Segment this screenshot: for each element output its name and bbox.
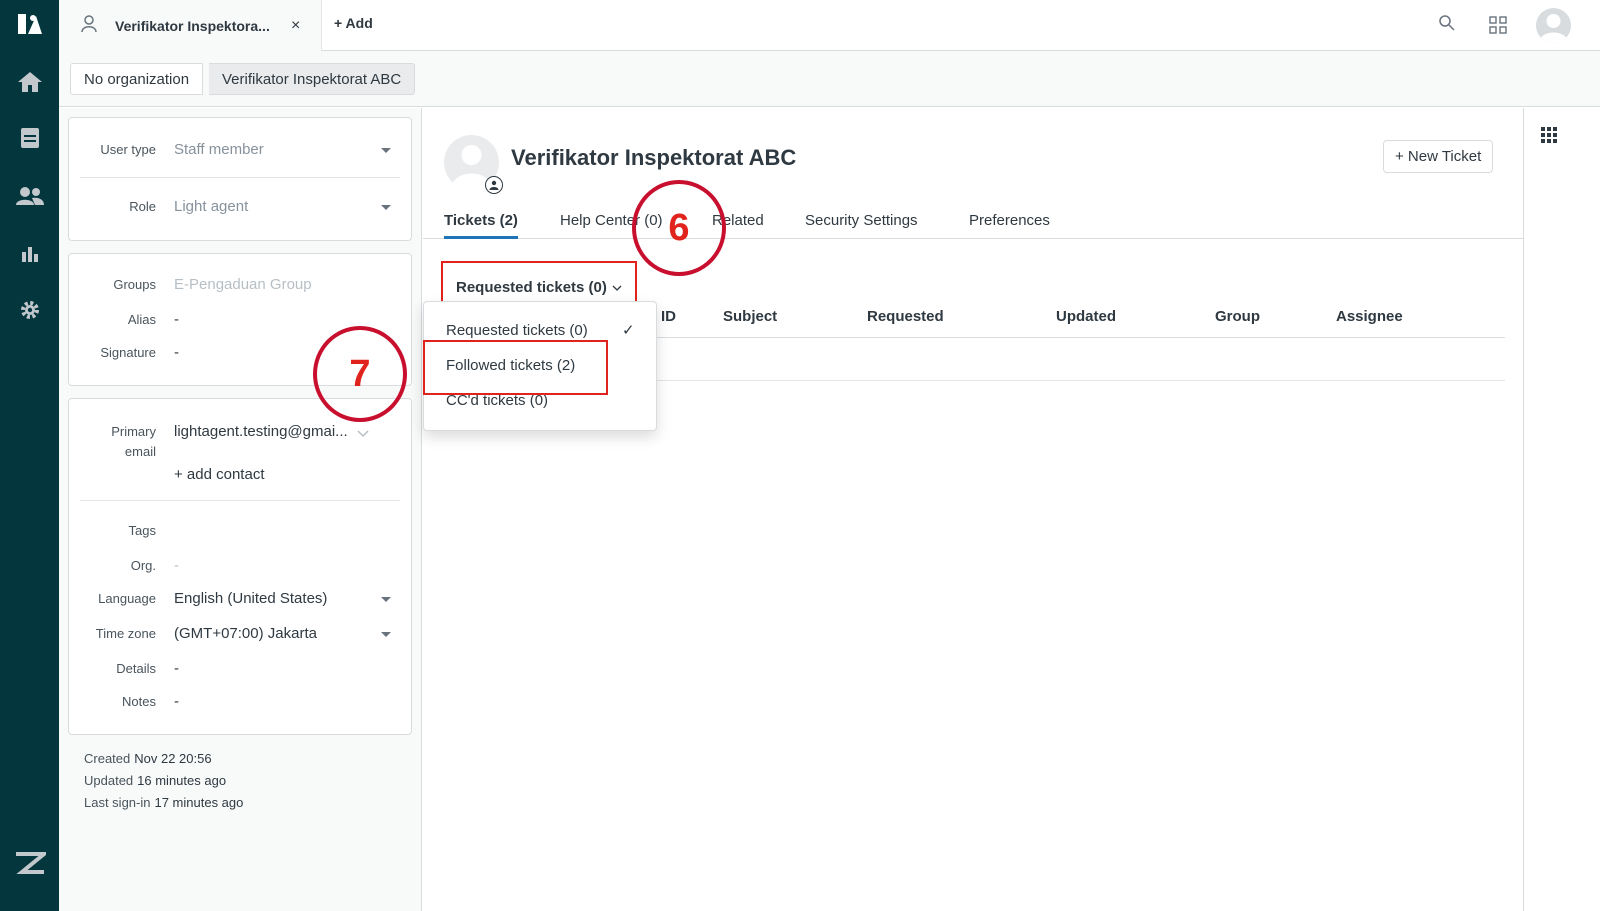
chevron-down-icon	[381, 632, 391, 637]
breadcrumb-organization[interactable]: No organization	[70, 63, 204, 95]
last-signin-row: Last sign-in 17 minutes ago	[84, 795, 244, 810]
ticket-filter-label: Requested tickets (0)	[456, 278, 607, 296]
alias-label: Alias	[127, 312, 156, 327]
org-value[interactable]: -	[174, 556, 179, 576]
close-tab-icon[interactable]: ×	[291, 17, 300, 35]
tab-tickets[interactable]: Tickets (2)	[444, 212, 518, 239]
user-properties-panel: User type Staff member Role Light agent …	[59, 108, 422, 911]
primary-email-value[interactable]: lightagent.testing@gmai...	[174, 422, 359, 442]
chevron-down-icon[interactable]	[357, 426, 369, 441]
signature-label: Signature	[100, 345, 156, 360]
apps-sidebar	[1523, 108, 1600, 911]
language-label: Language	[98, 591, 156, 606]
alias-value[interactable]: -	[174, 310, 179, 330]
column-subject[interactable]: Subject	[723, 308, 777, 325]
role-value[interactable]: Light agent	[174, 197, 248, 217]
chevron-down-icon	[381, 148, 391, 153]
contact-card: Primary email lightagent.testing@gmai... …	[68, 398, 412, 735]
groups-value[interactable]: E-Pengaduan Group	[174, 275, 312, 295]
zendesk-logo-icon[interactable]	[0, 4, 59, 44]
profile-avatar[interactable]	[1536, 8, 1571, 43]
tags-label: Tags	[128, 523, 156, 538]
user-tabs: Tickets (2) Help Center (0) Related Secu…	[423, 208, 1523, 239]
product-nav	[0, 0, 59, 911]
column-id[interactable]: ID	[661, 308, 676, 325]
admin-gear-icon[interactable]	[0, 290, 59, 330]
tab-security-settings[interactable]: Security Settings	[805, 212, 918, 229]
divider	[80, 177, 400, 178]
agent-badge-icon	[485, 176, 503, 194]
top-bar: Verifikator Inspektora... × + Add	[59, 0, 1600, 51]
timezone-label: Time zone	[95, 626, 156, 641]
user-tab[interactable]: Verifikator Inspektora... ×	[59, 0, 322, 51]
highlight-box	[423, 340, 608, 395]
notes-value[interactable]: -	[174, 692, 179, 712]
groups-label: Groups	[113, 277, 156, 292]
views-icon[interactable]	[0, 118, 59, 158]
created-row: Created Nov 22 20:56	[84, 751, 212, 766]
user-name-heading[interactable]: Verifikator Inspektorat ABC	[511, 145, 796, 171]
user-type-label: User type	[100, 142, 156, 157]
signature-value[interactable]: -	[174, 343, 179, 363]
role-label: Role	[129, 199, 156, 214]
check-icon: ✓	[622, 322, 635, 339]
ticket-filter-menu: Requested tickets (0) ✓ Followed tickets…	[423, 301, 657, 431]
user-meta: Created Nov 22 20:56 Updated 16 minutes ag…	[84, 748, 243, 814]
user-type-value[interactable]: Staff member	[174, 140, 264, 160]
step-7-annotation: 7	[313, 326, 407, 422]
breadcrumb-bar: No organization Verifikator Inspektorat …	[59, 51, 1600, 107]
breadcrumb-user[interactable]: Verifikator Inspektorat ABC	[209, 63, 416, 95]
column-updated[interactable]: Updated	[1056, 308, 1116, 325]
details-value[interactable]: -	[174, 659, 179, 679]
reporting-icon[interactable]	[0, 233, 59, 273]
updated-row: Updated 16 minutes ago	[84, 773, 227, 788]
search-icon[interactable]	[1438, 14, 1456, 36]
user-type-card: User type Staff member Role Light agent	[68, 117, 412, 241]
user-outline-icon	[81, 14, 97, 37]
details-label: Details	[116, 661, 156, 676]
add-contact-link[interactable]: + add contact	[174, 465, 264, 485]
new-ticket-button[interactable]: + New Ticket	[1383, 140, 1494, 173]
primary-email-label: Primary email	[111, 424, 156, 459]
apps-grid-icon[interactable]	[1541, 127, 1557, 147]
language-value[interactable]: English (United States)	[174, 589, 327, 609]
menu-item-requested-tickets[interactable]: Requested tickets (0)	[446, 322, 588, 339]
chevron-down-icon	[381, 205, 391, 210]
divider	[80, 500, 400, 501]
home-icon[interactable]	[0, 62, 59, 102]
chevron-down-icon	[612, 279, 622, 296]
tab-preferences[interactable]: Preferences	[969, 212, 1050, 229]
tab-title: Verifikator Inspektora...	[115, 17, 270, 34]
step-6-annotation: 6	[632, 180, 726, 276]
user-main-pane: Verifikator Inspektorat ABC + New Ticket…	[423, 108, 1523, 911]
product-tray-icon[interactable]	[1489, 16, 1507, 38]
customers-icon[interactable]	[0, 176, 59, 216]
org-label: Org.	[130, 558, 156, 573]
column-requested[interactable]: Requested	[867, 308, 944, 325]
notes-label: Notes	[122, 694, 156, 709]
zendesk-z-icon	[0, 843, 59, 883]
column-group[interactable]: Group	[1215, 308, 1260, 325]
add-tab-button[interactable]: + Add	[334, 15, 373, 31]
column-assignee[interactable]: Assignee	[1336, 308, 1403, 325]
chevron-down-icon	[381, 597, 391, 602]
timezone-value[interactable]: (GMT+07:00) Jakarta	[174, 624, 317, 644]
